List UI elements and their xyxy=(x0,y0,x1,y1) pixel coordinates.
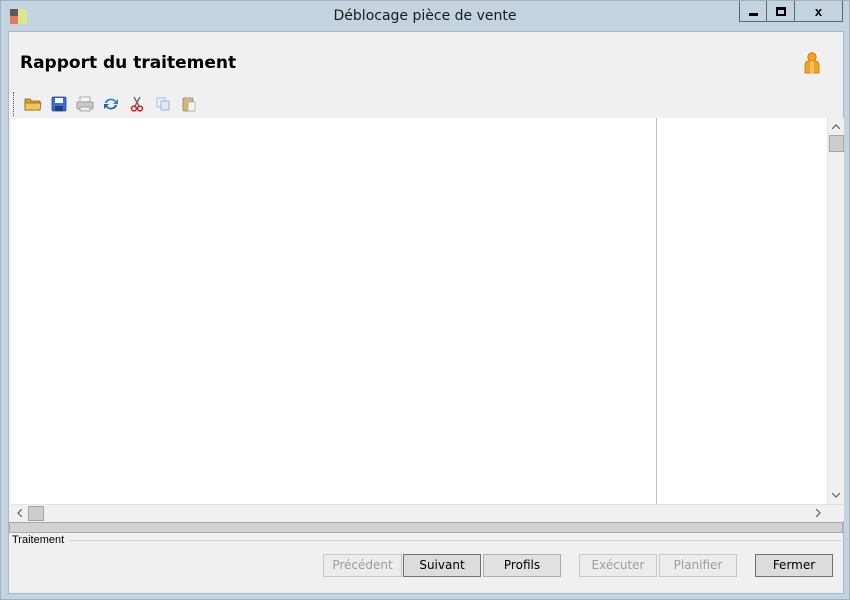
print-icon xyxy=(76,96,94,112)
chevron-up-icon xyxy=(832,124,840,129)
maximize-icon xyxy=(775,6,786,16)
report-content[interactable] xyxy=(11,118,656,504)
horizontal-scroll-thumb[interactable] xyxy=(28,506,44,521)
chevron-right-icon xyxy=(816,509,821,517)
minimize-icon xyxy=(748,12,758,16)
maximize-button[interactable] xyxy=(767,1,795,22)
cut-button[interactable] xyxy=(124,92,150,116)
user-icon[interactable] xyxy=(803,52,821,74)
scroll-up-button[interactable] xyxy=(828,118,844,135)
section-divider xyxy=(69,540,841,541)
copy-icon xyxy=(156,97,170,111)
profiles-button[interactable]: Profils xyxy=(483,554,561,577)
print-button[interactable] xyxy=(72,92,98,116)
vertical-scroll-thumb[interactable] xyxy=(829,135,844,152)
vertical-scrollbar[interactable] xyxy=(827,118,844,504)
cut-icon xyxy=(130,96,144,112)
paste-icon xyxy=(182,97,196,112)
scroll-down-button[interactable] xyxy=(828,487,844,504)
refresh-button[interactable] xyxy=(98,92,124,116)
close-window-button[interactable]: x xyxy=(795,1,843,22)
paste-button[interactable] xyxy=(176,92,202,116)
application-window: Déblocage pièce de vente x Rapport du tr… xyxy=(0,0,850,600)
report-side-pane[interactable] xyxy=(657,118,827,504)
title-bar[interactable]: Déblocage pièce de vente x xyxy=(1,1,849,31)
window-title: Déblocage pièce de vente xyxy=(333,8,517,24)
refresh-icon xyxy=(104,98,118,110)
save-icon xyxy=(51,96,67,112)
schedule-button[interactable]: Planifier xyxy=(659,554,737,577)
chevron-left-icon xyxy=(17,509,22,517)
progress-bar xyxy=(9,522,843,533)
open-button[interactable] xyxy=(20,92,46,116)
scroll-left-button[interactable] xyxy=(11,505,28,521)
toolbar xyxy=(13,92,202,116)
copy-button[interactable] xyxy=(150,92,176,116)
horizontal-scrollbar[interactable] xyxy=(11,504,844,521)
next-button[interactable]: Suivant xyxy=(403,554,481,577)
previous-button[interactable]: Précédent xyxy=(323,554,402,577)
scroll-right-button[interactable] xyxy=(810,505,827,521)
save-button[interactable] xyxy=(46,92,72,116)
open-folder-icon xyxy=(24,98,42,111)
page-title: Rapport du traitement xyxy=(20,53,237,73)
minimize-button[interactable] xyxy=(739,1,767,22)
close-button[interactable]: Fermer xyxy=(755,554,833,577)
chevron-down-icon xyxy=(832,493,840,498)
close-icon: x xyxy=(814,3,823,19)
execute-button[interactable]: Exécuter xyxy=(579,554,657,577)
toolbar-grip[interactable] xyxy=(13,92,15,116)
client-area: Rapport du traitement Traitement Précéde… xyxy=(8,31,844,594)
report-panel xyxy=(11,118,844,521)
section-label: Traitement xyxy=(12,534,65,546)
